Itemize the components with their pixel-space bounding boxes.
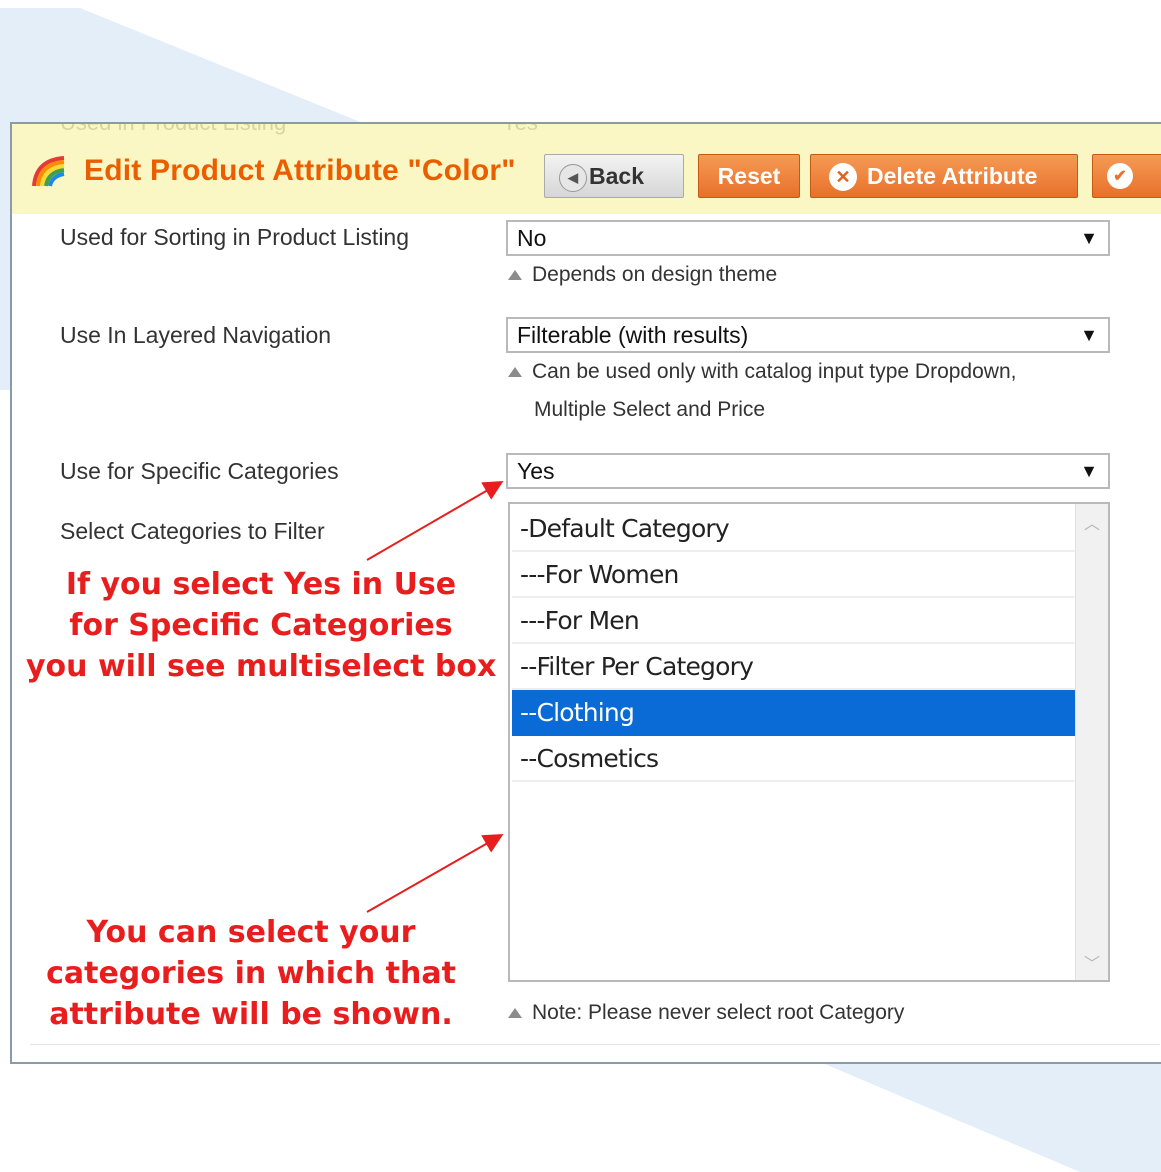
categories-multiselect[interactable]: -Default Category ---For Women ---For Me…: [508, 502, 1110, 982]
categories-note: Note: Please never select root Category: [508, 994, 904, 1032]
annotation-2-line-2: categories in which that: [46, 956, 456, 991]
arrow-to-yes-select: [366, 480, 504, 561]
annotation-2-line-1: You can select your: [86, 915, 416, 950]
layered-navigation-value: Filterable (with results): [517, 321, 749, 348]
category-option-cosmetics[interactable]: --Cosmetics: [512, 736, 1076, 782]
dropdown-arrow-icon: ▼: [1080, 325, 1098, 345]
annotation-category-selection: You can select your categories in which …: [26, 912, 476, 1035]
sorting-note: Depends on design theme: [508, 256, 777, 294]
triangle-up-icon: [508, 1008, 522, 1018]
sorting-note-text: Depends on design theme: [532, 263, 778, 286]
page-header: Used in Product Listing Yes Edit Product…: [12, 124, 1161, 214]
delete-attribute-button[interactable]: ✕ Delete Attribute: [810, 154, 1078, 198]
chevron-up-icon[interactable]: ︿: [1084, 510, 1100, 534]
category-option-default[interactable]: -Default Category: [512, 506, 1076, 552]
delete-button-label: Delete Attribute: [867, 162, 1038, 189]
attribute-edit-panel: Used in Product Listing Yes Edit Product…: [10, 122, 1161, 1064]
arrow-to-multiselect: [366, 834, 504, 913]
annotation-1-line-1: If you select Yes in Use: [65, 567, 457, 602]
scrolled-field-label: Used in Product Listing: [60, 122, 287, 135]
reset-button[interactable]: Reset: [698, 154, 800, 198]
categories-filter-label: Select Categories to Filter: [60, 518, 325, 544]
reset-button-label: Reset: [717, 162, 781, 189]
specific-categories-select[interactable]: Yes ▼: [506, 453, 1110, 489]
check-icon: ✔: [1107, 163, 1133, 189]
categories-option-list: -Default Category ---For Women ---For Me…: [512, 506, 1076, 782]
annotation-1-line-3: you will see multiselect box: [26, 649, 497, 684]
dropdown-arrow-icon: ▼: [1080, 461, 1098, 481]
category-option-filter-per-category[interactable]: --Filter Per Category: [512, 644, 1076, 690]
rainbow-icon: [32, 156, 65, 187]
divider: [30, 1044, 1160, 1045]
triangle-up-icon: [508, 367, 522, 377]
annotation-1-line-2: for Specific Categories: [69, 608, 453, 643]
triangle-up-icon: [508, 270, 522, 280]
category-option-for-men[interactable]: ---For Men: [512, 598, 1076, 644]
layered-navigation-select[interactable]: Filterable (with results) ▼: [506, 317, 1110, 353]
layered-note-line2: Multiple Select and Price: [534, 398, 766, 421]
sorting-label: Used for Sorting in Product Listing: [60, 224, 410, 250]
specific-categories-label: Use for Specific Categories: [60, 458, 339, 484]
category-option-for-women[interactable]: ---For Women: [512, 552, 1076, 598]
back-button[interactable]: ◀ Back: [544, 154, 684, 198]
annotation-2-line-3: attribute will be shown.: [49, 997, 453, 1032]
layered-navigation-note: Can be used only with catalog input type…: [508, 353, 1016, 429]
save-button[interactable]: ✔: [1092, 154, 1161, 198]
annotation-multiselect-explanation: If you select Yes in Use for Specific Ca…: [26, 564, 496, 687]
close-circle-icon: ✕: [829, 163, 857, 191]
sorting-select[interactable]: No ▼: [506, 220, 1110, 256]
sorting-select-value: No: [517, 224, 547, 251]
page-title: Edit Product Attribute "Color": [84, 154, 516, 187]
multiselect-scrollbar[interactable]: ︿ ﹀: [1075, 504, 1108, 980]
back-button-label: Back: [589, 162, 644, 189]
layered-note-line1: Can be used only with catalog input type…: [532, 360, 1017, 383]
specific-categories-value: Yes: [517, 457, 555, 484]
scrolled-field-value: Yes: [502, 122, 538, 135]
dropdown-arrow-icon: ▼: [1080, 228, 1098, 248]
categories-note-text: Note: Please never select root Category: [532, 1001, 905, 1024]
category-option-clothing[interactable]: --Clothing: [512, 690, 1076, 736]
back-arrow-icon: ◀: [559, 164, 587, 192]
title-area: Edit Product Attribute "Color": [30, 154, 516, 188]
layered-navigation-label: Use In Layered Navigation: [60, 322, 332, 348]
chevron-down-icon[interactable]: ﹀: [1084, 950, 1100, 974]
